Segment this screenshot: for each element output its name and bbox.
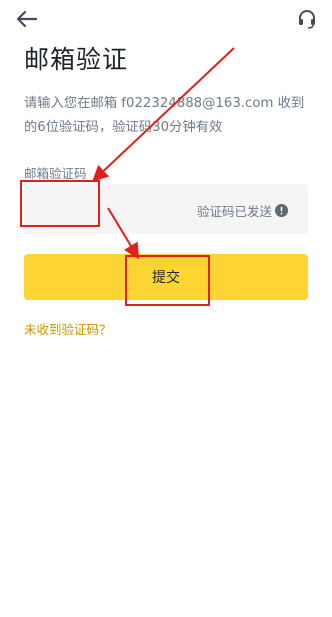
code-not-received-link[interactable]: 未收到验证码？ — [24, 319, 112, 338]
annotation-box-button — [125, 255, 210, 306]
page-title: 邮箱验证 — [24, 45, 129, 74]
headset-icon[interactable] — [296, 8, 318, 30]
info-icon[interactable] — [275, 202, 288, 217]
instruction-text: 请输入您在邮箱 f022324888@163.com 收到的6位验证码，验证码3… — [24, 96, 305, 135]
annotation-box-input — [20, 180, 100, 227]
code-sent-status: 验证码已发送 — [196, 204, 272, 219]
back-arrow-icon[interactable] — [14, 8, 40, 30]
